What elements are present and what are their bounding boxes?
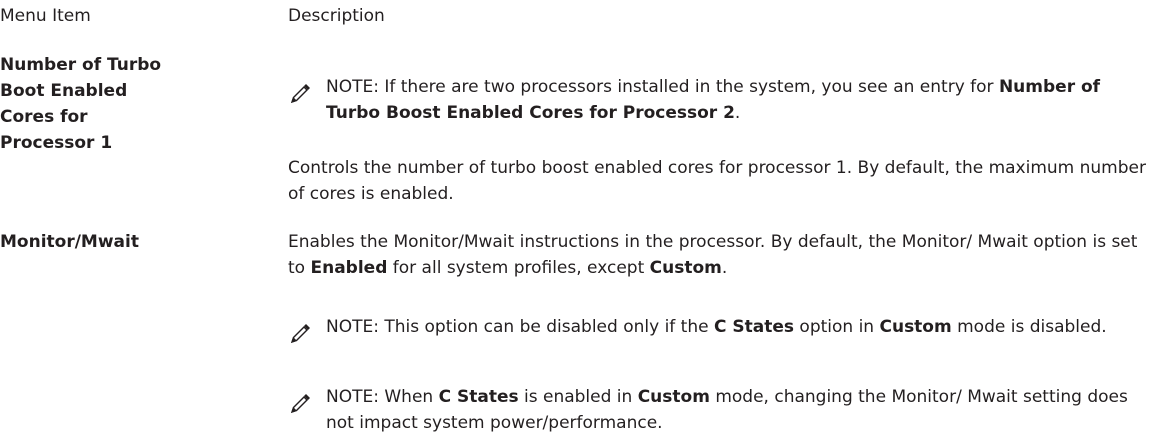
note-text: option in (794, 317, 880, 337)
column-header-menu-item: Menu Item (0, 6, 91, 26)
note-label: NOTE: (326, 317, 379, 337)
note-bold-text: C States (714, 317, 795, 337)
menu-item-label-line: Cores for (0, 107, 88, 127)
description-bold-text: Enabled (310, 258, 388, 278)
menu-item-label-turbo-cores: Number of Turbo Boot Enabled Cores for P… (0, 52, 200, 156)
description-bold-text: Custom (649, 258, 722, 278)
note-bold-text: C States (438, 387, 519, 407)
note-text: When (378, 387, 439, 407)
menu-item-label-line: Number of Turbo (0, 55, 162, 75)
menu-item-label-line: Processor 1 (0, 133, 113, 153)
note-text: is enabled in (518, 387, 638, 407)
menu-item-label-monitor-mwait: Monitor/Mwait (0, 229, 200, 255)
note-text: If there are two processors installed in… (378, 77, 999, 97)
note-c-states-enabled: NOTE: When C States is enabled in Custom… (326, 384, 1151, 436)
pencil-note-icon (289, 83, 311, 105)
note-c-states-disable: NOTE: This option can be disabled only i… (326, 314, 1151, 340)
note-text: . (734, 103, 741, 123)
note-turbo-processors: NOTE: If there are two processors instal… (326, 74, 1151, 126)
description-monitor-mwait: Enables the Monitor/Mwait instructions i… (288, 229, 1148, 281)
note-text: mode is disabled. (951, 317, 1107, 337)
note-bold-text: Custom (637, 387, 710, 407)
description-text: . (721, 258, 728, 278)
pencil-note-icon (289, 393, 311, 415)
menu-item-label-line: Boot Enabled (0, 81, 128, 101)
description-turbo-cores: Controls the number of turbo boost enabl… (288, 158, 1146, 204)
column-header-description: Description (288, 6, 385, 26)
menu-item-label-line: Monitor/Mwait (0, 232, 139, 252)
note-label: NOTE: (326, 387, 379, 407)
note-text: This option can be disabled only if the (378, 317, 714, 337)
note-label: NOTE: (326, 77, 379, 97)
pencil-note-icon (289, 323, 311, 345)
note-bold-text: Custom (879, 317, 952, 337)
description-text: for all system profiles, except (387, 258, 650, 278)
